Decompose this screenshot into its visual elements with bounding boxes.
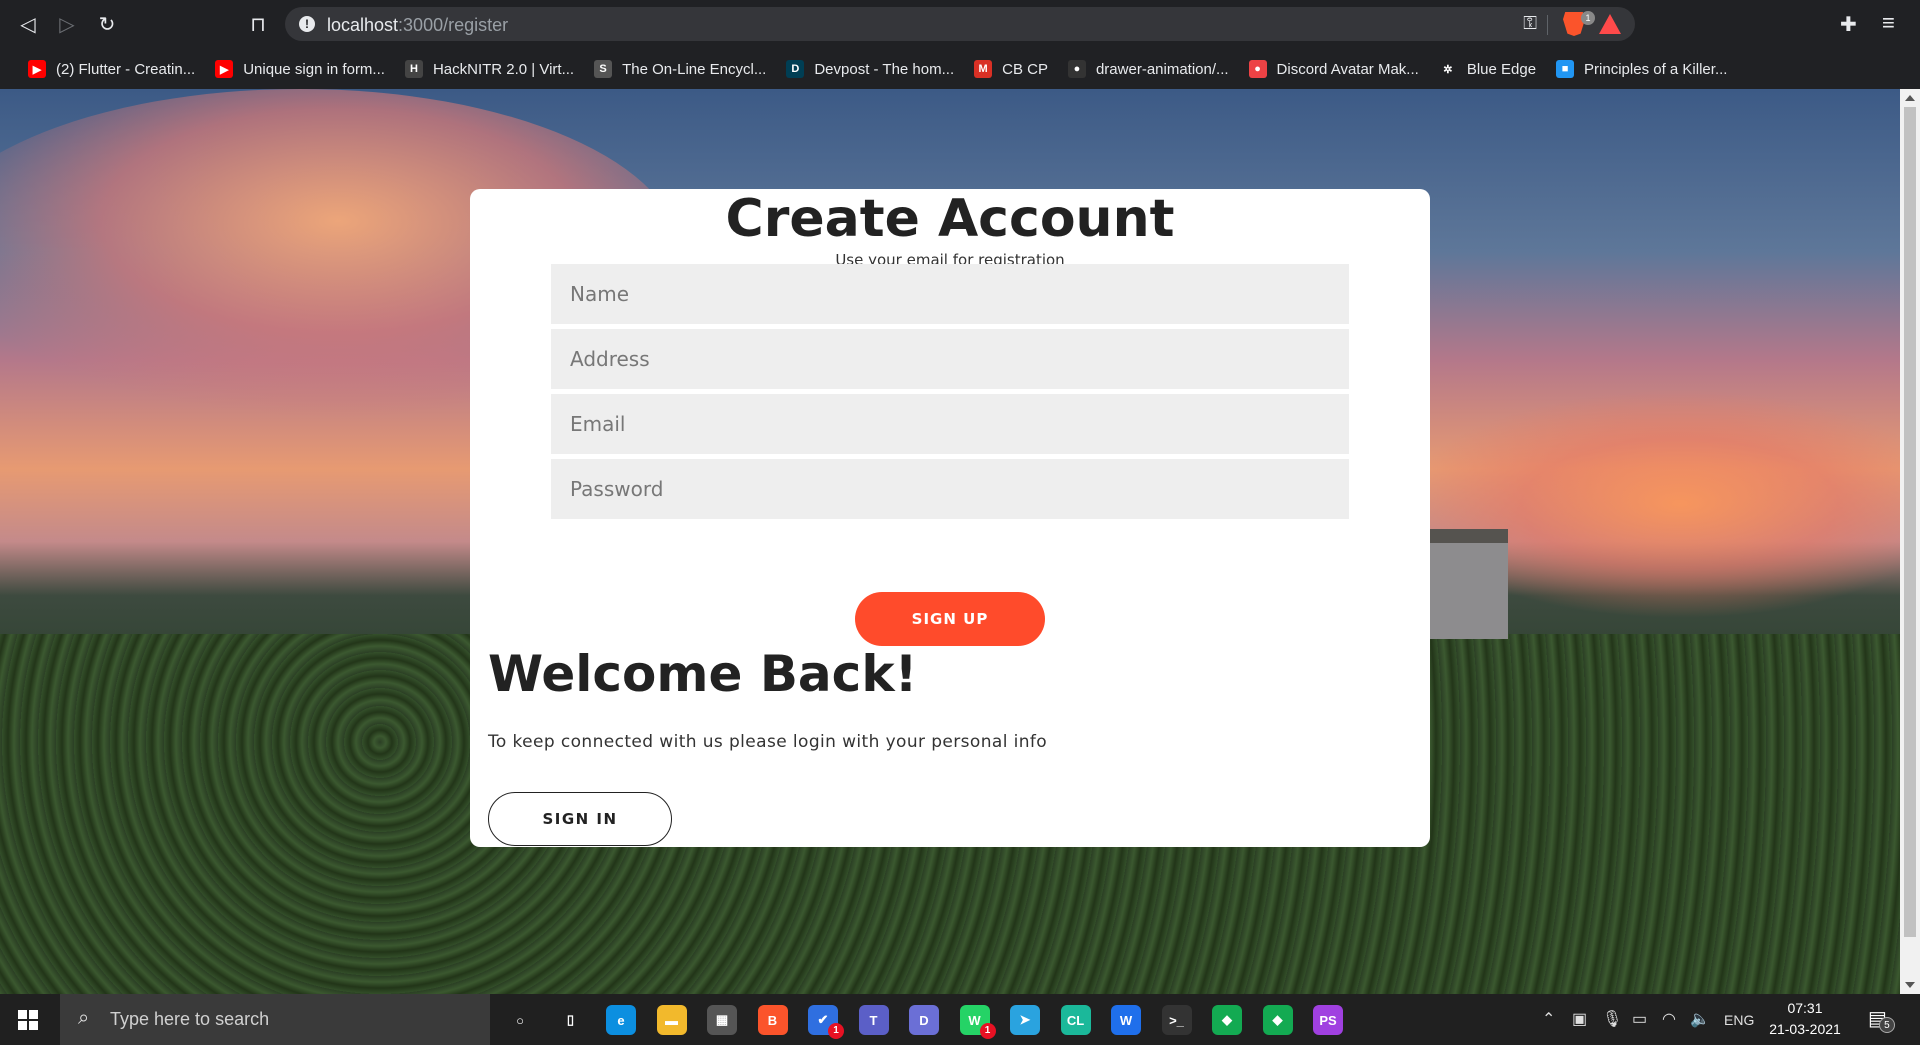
bookmark-label: (2) Flutter - Creatin... — [56, 60, 196, 78]
battery-icon[interactable]: ▭ — [1632, 1009, 1647, 1029]
scroll-up-icon[interactable] — [1905, 95, 1915, 101]
sign-in-button[interactable]: SIGN IN — [488, 792, 672, 846]
address-field[interactable] — [551, 329, 1349, 389]
sign-up-button[interactable]: SIGN UP — [855, 592, 1045, 646]
bookmark-label: Principles of a Killer... — [1584, 60, 1728, 78]
youtube-icon: ▶ — [215, 60, 234, 78]
bookmark-icon[interactable]: ⊓ — [243, 10, 273, 40]
bookmark-item[interactable]: ● drawer-animation/... — [1058, 54, 1239, 84]
store-icon[interactable]: ▦ — [707, 1005, 737, 1035]
action-center-icon[interactable]: ▤ 5 — [1868, 1006, 1895, 1033]
bookmark-item[interactable]: S The On-Line Encycl... — [584, 54, 776, 84]
scroll-down-icon[interactable] — [1905, 982, 1915, 988]
menu-icon[interactable]: ≡ — [1882, 10, 1895, 36]
language-indicator[interactable]: ENG — [1724, 1012, 1754, 1028]
bookmark-item[interactable]: M CB CP — [964, 54, 1058, 84]
bookmark-item[interactable]: ✲ Blue Edge — [1429, 54, 1546, 84]
brave-icon[interactable]: B — [757, 1005, 788, 1035]
address-bar[interactable]: ! localhost:3000/register ⚿ 1 — [285, 7, 1635, 41]
app-badge: 1 — [979, 1023, 996, 1039]
bookmark-label: Devpost - The hom... — [814, 60, 955, 78]
url-text[interactable]: localhost:3000/register — [327, 15, 508, 36]
bookmark-label: Unique sign in form... — [243, 60, 385, 78]
hacknitr-icon: H — [404, 60, 423, 78]
browser-toolbar: ◁ ▷ ↻ ⊓ ! localhost:3000/register ⚿ 1 ✚ … — [0, 0, 1920, 49]
bookmark-item[interactable]: ● Discord Avatar Mak... — [1239, 54, 1429, 84]
taskbar-search[interactable]: ⌕ Type here to search — [60, 994, 490, 1045]
extensions-puzzle-icon[interactable]: ✚ — [1840, 12, 1857, 37]
clion-icon[interactable]: CL — [1060, 1005, 1091, 1035]
page-scrollbar[interactable] — [1900, 89, 1920, 994]
bookmarks-bar: ▶ (2) Flutter - Creatin... ▶ Unique sign in… — [0, 49, 1920, 89]
phpstorm-icon[interactable]: PS — [1313, 1005, 1343, 1035]
devpost-icon: D — [786, 60, 805, 78]
bookmark-item[interactable]: D Devpost - The hom... — [776, 54, 964, 84]
terminal-icon[interactable]: >_ — [1161, 1005, 1192, 1035]
address-separator — [1547, 15, 1548, 35]
webstorm-icon[interactable]: W — [1111, 1005, 1141, 1035]
youtube-icon: ▶ — [28, 60, 46, 78]
discord-icon: ● — [1248, 60, 1267, 78]
notification-count: 5 — [1878, 1017, 1895, 1033]
windows-start-icon[interactable] — [18, 1010, 38, 1030]
reload-icon[interactable]: ↻ — [92, 10, 122, 40]
clock-date: 21-03-2021 — [1769, 1021, 1841, 1037]
brave-rewards-icon[interactable] — [1599, 14, 1621, 34]
bookmark-label: The On-Line Encycl... — [622, 60, 767, 78]
bookmark-item[interactable]: H HackNITR 2.0 | Virt... — [395, 54, 584, 84]
teams-icon[interactable]: T — [858, 1005, 889, 1035]
key-icon[interactable]: ⚿ — [1523, 13, 1537, 34]
blocks-icon: ■ — [1556, 60, 1575, 78]
site-info-icon[interactable]: ! — [299, 16, 315, 32]
discord-icon[interactable]: D — [909, 1005, 939, 1035]
windows-taskbar: ⌕ Type here to search ○ ▯ e ▬ ▦ B ✔ 1 T D W 1 ➤ CL W >_… — [0, 994, 1920, 1045]
gmail-icon: M — [974, 60, 993, 78]
page-background: Create Account Use your email for regist… — [0, 89, 1900, 994]
taskbar-clock[interactable]: 07:31 21-03-2021 — [1760, 998, 1850, 1040]
scrollbar-thumb[interactable] — [1904, 107, 1916, 937]
bookmark-item[interactable]: ▶ Unique sign in form... — [205, 54, 395, 84]
welcome-text: To keep connected with us please login w… — [488, 732, 1048, 752]
show-hidden-icons-chevron-icon[interactable]: ⌃ — [1542, 1009, 1555, 1029]
search-icon: ⌕ — [78, 1007, 90, 1029]
telegram-icon[interactable]: ➤ — [1010, 1005, 1040, 1035]
bookmark-label: CB CP — [1002, 60, 1048, 78]
bookmark-label: Blue Edge — [1466, 60, 1537, 78]
whatsapp-icon[interactable]: W1 — [959, 1005, 996, 1039]
cortana-icon[interactable]: ○ — [505, 1005, 535, 1035]
file-explorer-icon[interactable]: ▬ — [656, 1005, 687, 1035]
forward-arrow-icon[interactable]: ▷ — [52, 10, 82, 40]
bookmark-item[interactable]: ■ Principles of a Killer... — [1546, 54, 1737, 84]
microphone-icon[interactable]: 🎙 — [1602, 1009, 1622, 1029]
github-icon: ● — [1067, 60, 1086, 78]
volume-icon[interactable]: 🔈 — [1690, 1009, 1710, 1029]
react-icon: ✲ — [1438, 60, 1457, 78]
welcome-heading: Welcome Back! — [488, 645, 918, 703]
barn — [1418, 529, 1508, 639]
clock-time: 07:31 — [1787, 1000, 1823, 1016]
todo-icon[interactable]: ✔ 1 — [808, 1005, 844, 1039]
task-view-icon[interactable]: ▯ — [556, 1005, 586, 1035]
name-field[interactable] — [551, 264, 1349, 324]
register-card: Create Account Use your email for regist… — [470, 189, 1430, 847]
camera-icon[interactable]: ▣ — [1572, 1009, 1587, 1029]
back-arrow-icon[interactable]: ◁ — [13, 10, 43, 40]
mongodb-icon[interactable]: ◆ — [1262, 1005, 1293, 1035]
brave-shields-count: 1 — [1581, 11, 1595, 25]
bookmark-label: Discord Avatar Mak... — [1276, 60, 1419, 78]
bookmark-label: HackNITR 2.0 | Virt... — [432, 60, 575, 78]
email-field[interactable] — [551, 394, 1349, 454]
bookmark-label: drawer-animation/... — [1095, 60, 1229, 78]
page-title: Create Account — [725, 189, 1175, 249]
app-badge: 1 — [828, 1023, 844, 1039]
oeis-icon: S — [594, 60, 613, 78]
wifi-icon[interactable]: ◠ — [1662, 1009, 1676, 1029]
password-field[interactable] — [551, 459, 1349, 519]
edge-icon[interactable]: e — [606, 1005, 636, 1035]
bookmark-item[interactable]: ▶ (2) Flutter - Creatin... — [18, 54, 205, 84]
taskbar-search-placeholder: Type here to search — [110, 1009, 270, 1029]
mongodb-compass-icon[interactable]: ◆ — [1212, 1005, 1242, 1035]
